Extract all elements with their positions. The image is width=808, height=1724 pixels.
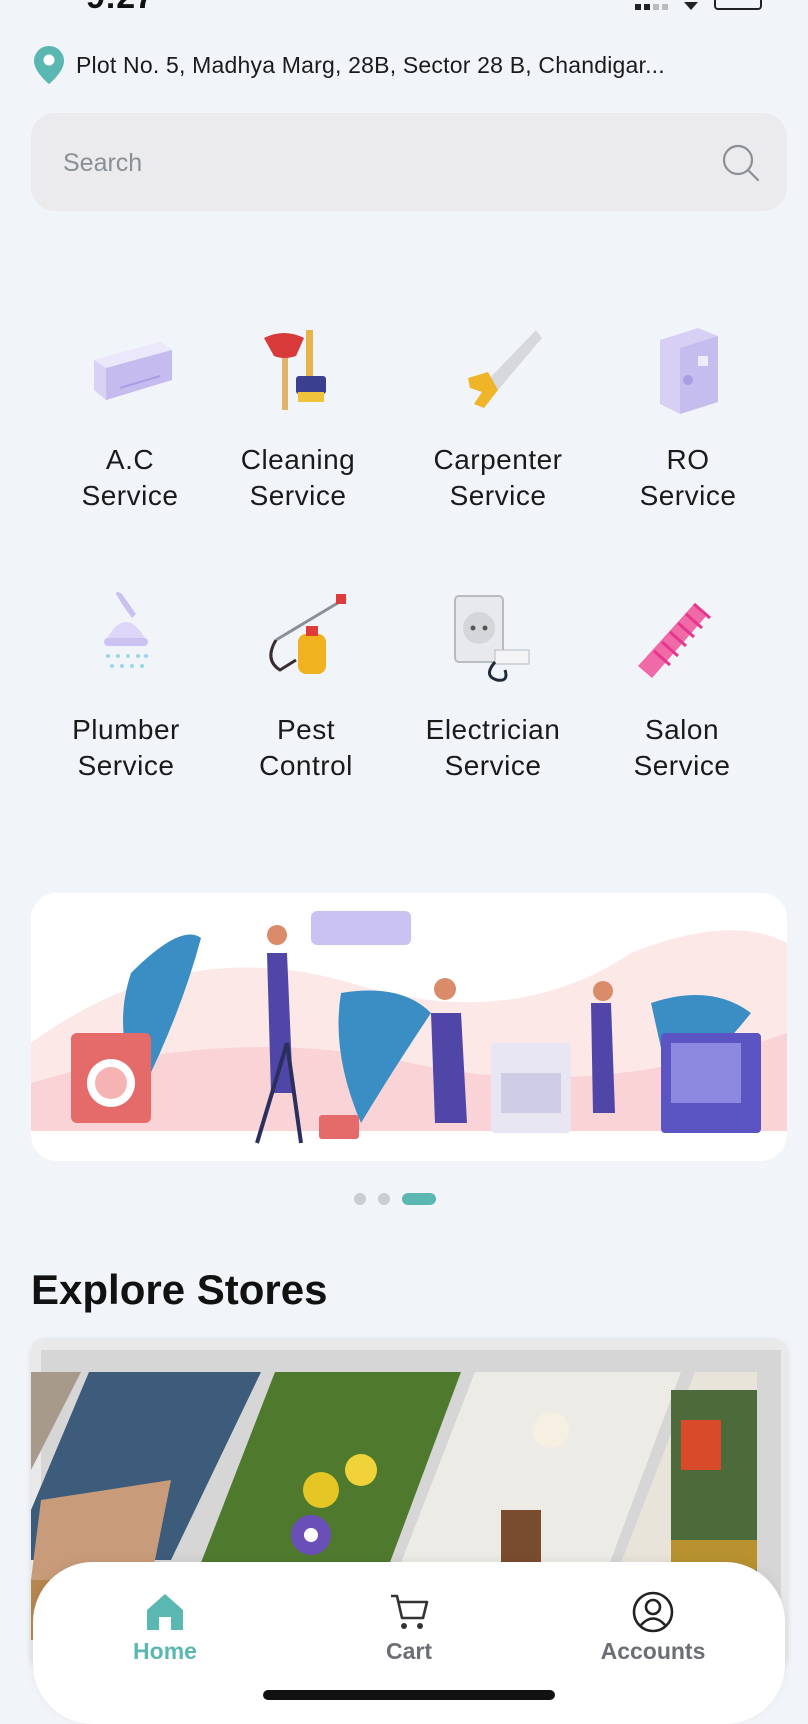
service-ro[interactable]: RO Service (598, 320, 778, 514)
carousel-dot-active[interactable] (402, 1193, 436, 1205)
nav-label: Cart (385, 1638, 432, 1664)
service-carpenter[interactable]: Carpenter Service (408, 320, 588, 514)
nav-label: Accounts (600, 1638, 706, 1664)
service-label-line2: Service (77, 750, 175, 781)
sprayer-icon (269, 594, 347, 674)
service-label-line1: A.C (105, 444, 155, 475)
water-purifier-icon (660, 328, 718, 414)
cart-icon (391, 1594, 429, 1629)
ac-unit-icon (94, 342, 172, 400)
comb-icon (638, 602, 711, 678)
service-label-line1: Electrician (425, 714, 561, 745)
service-label-line1: RO (666, 444, 710, 475)
service-label-line2: Service (81, 480, 179, 511)
service-ac[interactable]: A.C Service (40, 320, 220, 514)
status-time: 9:27 (86, 0, 154, 17)
nav-cart[interactable]: Cart (329, 1590, 489, 1665)
service-label-line1: Salon (644, 714, 720, 745)
service-pest-control[interactable]: Pest Control (216, 590, 396, 784)
service-electrician[interactable]: Electrician Service (403, 590, 583, 784)
account-icon (632, 1591, 674, 1633)
home-icon (147, 1594, 183, 1630)
signal-icon (635, 4, 668, 10)
search-icon[interactable] (721, 143, 761, 183)
carousel-indicator[interactable] (354, 1193, 436, 1205)
carousel-dot[interactable] (354, 1193, 366, 1205)
carousel-dot[interactable] (378, 1193, 390, 1205)
service-label-line2: Service (449, 480, 547, 511)
address-text: Plot No. 5, Madhya Marg, 28B, Sector 28 … (76, 51, 665, 78)
plunger-brush-icon (264, 330, 326, 410)
banner-illustration (31, 893, 787, 1161)
service-salon[interactable]: Salon Service (592, 590, 772, 784)
saw-icon (468, 330, 542, 408)
promo-banner[interactable] (31, 893, 787, 1161)
search-bar[interactable] (31, 113, 787, 213)
nav-label: Home (133, 1638, 197, 1664)
service-label-line2: Service (444, 750, 542, 781)
wifi-icon (684, 2, 698, 10)
nav-accounts[interactable]: Accounts (573, 1590, 733, 1665)
location-pin-icon (34, 46, 64, 84)
service-label-line1: Cleaning (240, 444, 356, 475)
service-label-line1: Carpenter (433, 444, 563, 475)
service-label-line2: Service (633, 750, 731, 781)
service-label-line1: Plumber (72, 714, 180, 745)
service-label-line2: Service (249, 480, 347, 511)
status-icons (635, 0, 762, 10)
search-input[interactable] (61, 113, 705, 213)
service-plumber[interactable]: Plumber Service (36, 590, 216, 784)
service-label-line2: Control (259, 750, 353, 781)
location-row[interactable]: Plot No. 5, Madhya Marg, 28B, Sector 28 … (34, 46, 665, 84)
socket-icon (454, 595, 530, 682)
status-bar: 9:27 (0, 0, 808, 16)
service-cleaning[interactable]: Cleaning Service (208, 320, 388, 514)
nav-home[interactable]: Home (85, 1590, 245, 1665)
service-label-line1: Pest (276, 714, 336, 745)
explore-stores-title: Explore Stores (31, 1266, 328, 1313)
home-indicator (263, 1690, 555, 1700)
shower-icon (104, 592, 148, 668)
battery-icon (714, 0, 762, 10)
service-label-line2: Service (639, 480, 737, 511)
